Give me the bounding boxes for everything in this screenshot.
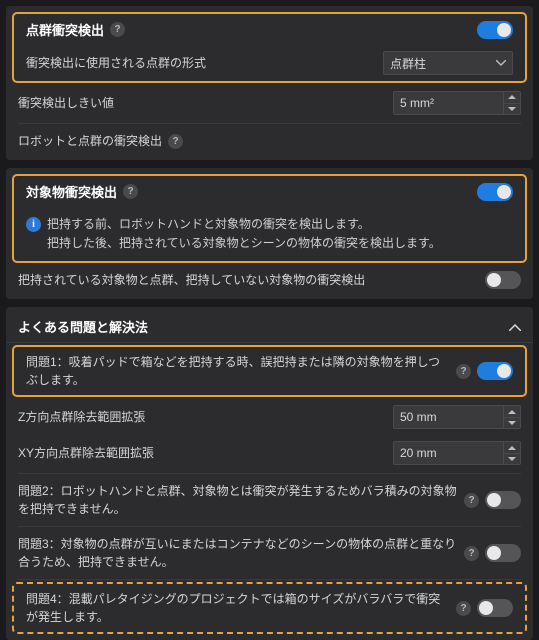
spin-down-button[interactable] — [504, 104, 520, 115]
info-icon: i — [26, 217, 41, 232]
toggle-held-object-collision[interactable] — [485, 271, 521, 289]
section-title: よくある問題と解決法 — [18, 317, 148, 336]
section-title: 対象物衝突検出 — [26, 182, 117, 201]
label-robot-collision: ロボットと点群の衝突検出 — [18, 132, 162, 150]
panel-faq: よくある問題と解決法 問題1：吸着パッドで箱などを把持する時、誤把持または隣の対… — [6, 307, 533, 640]
divider — [18, 473, 521, 474]
label-z-expansion: Z方向点群除去範囲拡張 — [18, 408, 145, 426]
chevron-up-icon[interactable] — [509, 320, 521, 334]
section-title: 点群衝突検出 — [26, 20, 104, 39]
panel-point-cloud-collision: 点群衝突検出 ? 衝突検出に使用される点群の形式 点群柱 衝 — [6, 6, 533, 160]
panel-object-collision: 対象物衝突検出 ? i 把持する前、ロボットハンドと対象物の衝突を検出します。 … — [6, 168, 533, 299]
spin-xy-value[interactable]: 20 mm — [393, 441, 503, 465]
info-text-line1: 把持する前、ロボットハンドと対象物の衝突を検出します。 — [47, 215, 441, 234]
divider — [18, 579, 521, 580]
problem3-text: 問題3：対象物の点群が互いにまたはコンテナなどのシーンの物体の点群と重なり合うた… — [18, 535, 458, 571]
section-highlight: 対象物衝突検出 ? i 把持する前、ロボットハンドと対象物の衝突を検出します。 … — [12, 174, 527, 263]
info-text-line2: 把持した後、把持されている対象物とシーンの物体の衝突を検出します。 — [47, 234, 441, 253]
spin-down-button[interactable] — [504, 418, 520, 429]
help-icon[interactable]: ? — [168, 134, 183, 149]
spin-down-button[interactable] — [504, 454, 520, 465]
spin-up-button[interactable] — [504, 406, 520, 418]
spin-threshold-value[interactable]: 5 mm² — [393, 91, 503, 115]
toggle-problem3[interactable] — [485, 544, 521, 562]
divider — [18, 123, 521, 124]
problem2-text: 問題2：ロボットハンドと点群、対象物とは衝突が発生するためバラ積みの対象物を把持… — [18, 482, 458, 518]
select-value: 点群柱 — [390, 55, 426, 72]
problem1-text: 問題1：吸着パッドで箱などを把持する時、誤把持または隣の対象物を押しつぶします。 — [26, 353, 450, 389]
spin-z-value[interactable]: 50 mm — [393, 405, 503, 429]
select-point-cloud-form[interactable]: 点群柱 — [383, 51, 513, 75]
help-icon[interactable]: ? — [456, 601, 471, 616]
label-xy-expansion: XY方向点群除去範囲拡張 — [18, 444, 154, 462]
toggle-point-cloud-collision[interactable] — [477, 21, 513, 39]
label-threshold: 衝突検出しきい値 — [18, 94, 114, 112]
spin-threshold: 5 mm² — [393, 91, 521, 115]
spin-up-button[interactable] — [504, 442, 520, 454]
problem4-highlight: 問題4：混載パレタイジングのプロジェクトでは箱のサイズがバラバラで衝突が発生しま… — [12, 582, 527, 634]
toggle-object-collision[interactable] — [477, 183, 513, 201]
section-highlight: 点群衝突検出 ? 衝突検出に使用される点群の形式 点群柱 — [12, 12, 527, 83]
toggle-problem1[interactable] — [477, 362, 513, 380]
problem1-highlight: 問題1：吸着パッドで箱などを把持する時、誤把持または隣の対象物を押しつぶします。… — [12, 345, 527, 397]
label-point-cloud-form: 衝突検出に使用される点群の形式 — [26, 54, 206, 72]
help-icon[interactable]: ? — [464, 493, 479, 508]
help-icon[interactable]: ? — [464, 546, 479, 561]
spin-up-button[interactable] — [504, 92, 520, 104]
help-icon[interactable]: ? — [110, 22, 125, 37]
toggle-problem2[interactable] — [485, 491, 521, 509]
toggle-problem4[interactable] — [477, 599, 513, 617]
divider — [18, 526, 521, 527]
spin-z-expansion: 50 mm — [393, 405, 521, 429]
label-held-object-collision: 把持されている対象物と点群、把持していない対象物の衝突検出 — [18, 271, 365, 289]
chevron-down-icon — [496, 60, 506, 66]
problem4-text: 問題4：混載パレタイジングのプロジェクトでは箱のサイズがバラバラで衝突が発生しま… — [26, 590, 450, 626]
spin-xy-expansion: 20 mm — [393, 441, 521, 465]
help-icon[interactable]: ? — [456, 364, 471, 379]
help-icon[interactable]: ? — [123, 184, 138, 199]
